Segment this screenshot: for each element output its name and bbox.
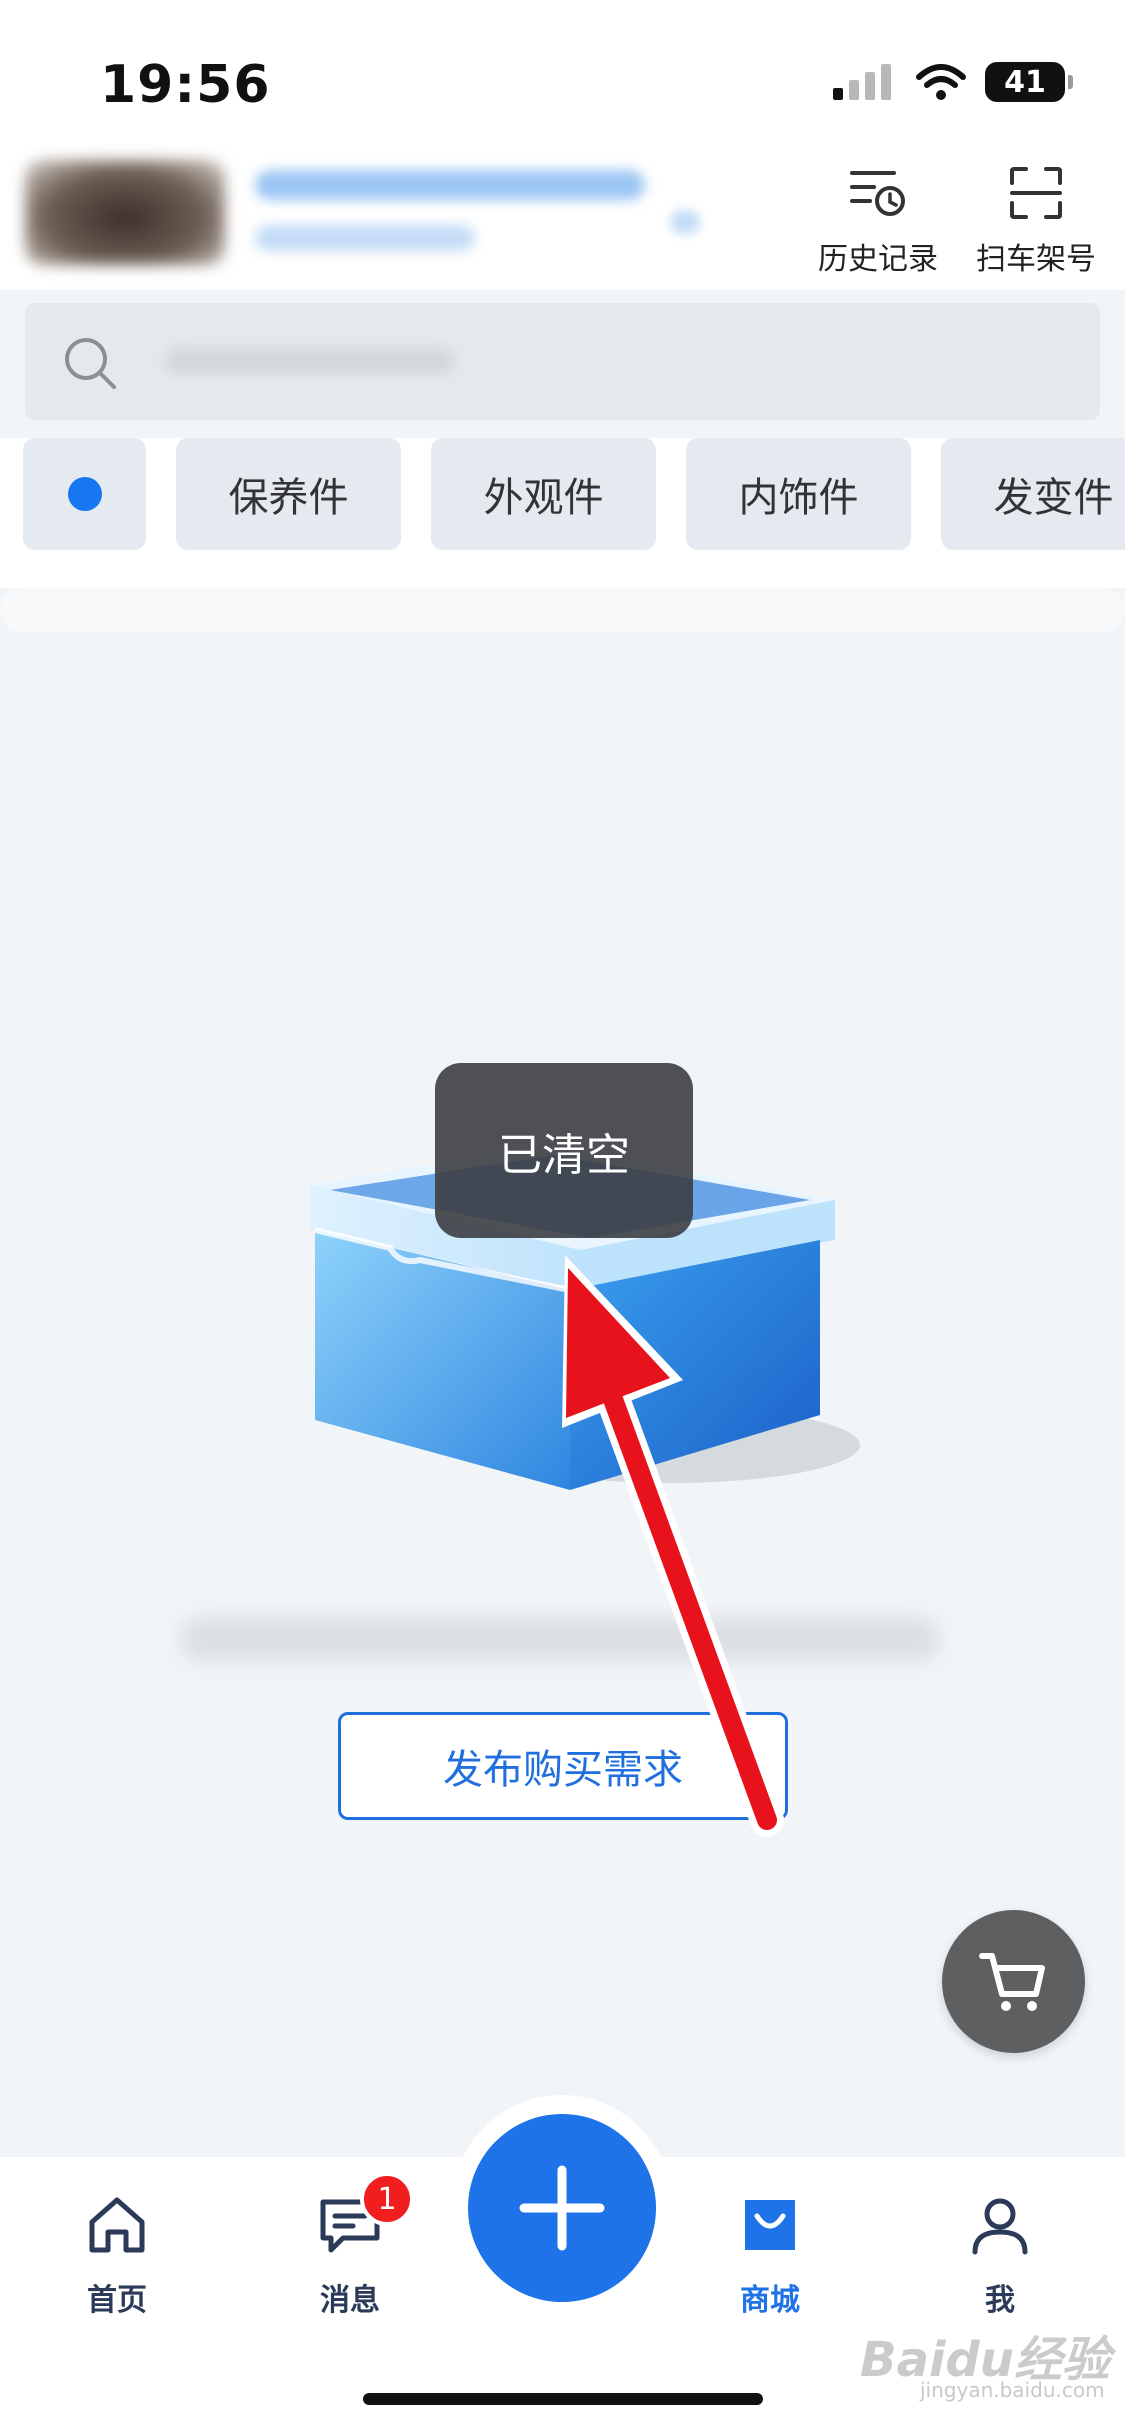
category-chips: 保养件 外观件 内饰件 发变件 (0, 438, 1125, 553)
chip-exterior-parts[interactable]: 外观件 (431, 438, 656, 550)
history-icon (843, 158, 913, 228)
cellular-signal-icon (833, 64, 891, 100)
tab-me[interactable]: 我 (925, 2185, 1075, 2335)
empty-state-description-blurred (180, 1617, 940, 1661)
publish-purchase-request-button[interactable]: 发布购买需求 (338, 1712, 788, 1820)
selected-dot-icon (67, 477, 102, 511)
chevron-right-icon[interactable] (670, 210, 700, 234)
person-icon (960, 2185, 1040, 2265)
content-top-strip (0, 588, 1125, 633)
battery-indicator: 41 (985, 62, 1073, 102)
toast-message: 已清空 (435, 1063, 693, 1238)
scan-label: 扫车架号 (976, 242, 1096, 277)
tab-home[interactable]: 首页 (42, 2185, 192, 2335)
home-icon (77, 2185, 157, 2265)
message-badge: 1 (360, 2172, 414, 2226)
search-icon (65, 338, 116, 389)
tab-mall-label: 商城 (740, 2283, 800, 2318)
vehicle-subtitle-blurred (255, 225, 475, 251)
home-indicator (363, 2393, 763, 2405)
scan-icon (1001, 158, 1071, 228)
search-input[interactable] (25, 303, 1100, 420)
shopping-cart-icon (978, 1952, 1045, 2011)
search-placeholder-blurred (165, 348, 455, 374)
publish-fab-button[interactable] (468, 2114, 656, 2302)
wifi-icon (916, 64, 966, 100)
vehicle-thumbnail[interactable] (25, 160, 225, 265)
content-divider (0, 553, 1125, 588)
plus-icon (519, 2165, 605, 2251)
baidu-watermark-url: jingyan.baidu.com (920, 2378, 1105, 2402)
vehicle-title-blurred[interactable] (255, 170, 645, 200)
status-time: 19:56 (100, 55, 271, 115)
status-indicators: 41 (833, 62, 1073, 102)
tab-home-label: 首页 (87, 2283, 147, 2318)
tab-me-label: 我 (985, 2283, 1015, 2318)
chip-selected[interactable] (23, 438, 146, 550)
scan-vin-button[interactable]: 扫车架号 (956, 158, 1116, 278)
shopping-bag-icon (730, 2185, 810, 2265)
tab-messages-label: 消息 (320, 2283, 380, 2318)
tab-mall[interactable]: 商城 (695, 2185, 845, 2335)
shopping-cart-button[interactable] (942, 1910, 1085, 2053)
history-label: 历史记录 (818, 242, 938, 277)
history-button[interactable]: 历史记录 (798, 158, 958, 278)
header: 历史记录 扫车架号 (0, 140, 1125, 290)
chip-engine-transmission-parts[interactable]: 发变件 (941, 438, 1125, 550)
chip-maintenance-parts[interactable]: 保养件 (176, 438, 401, 550)
chip-interior-parts[interactable]: 内饰件 (686, 438, 911, 550)
status-bar: 19:56 41 (0, 0, 1125, 140)
